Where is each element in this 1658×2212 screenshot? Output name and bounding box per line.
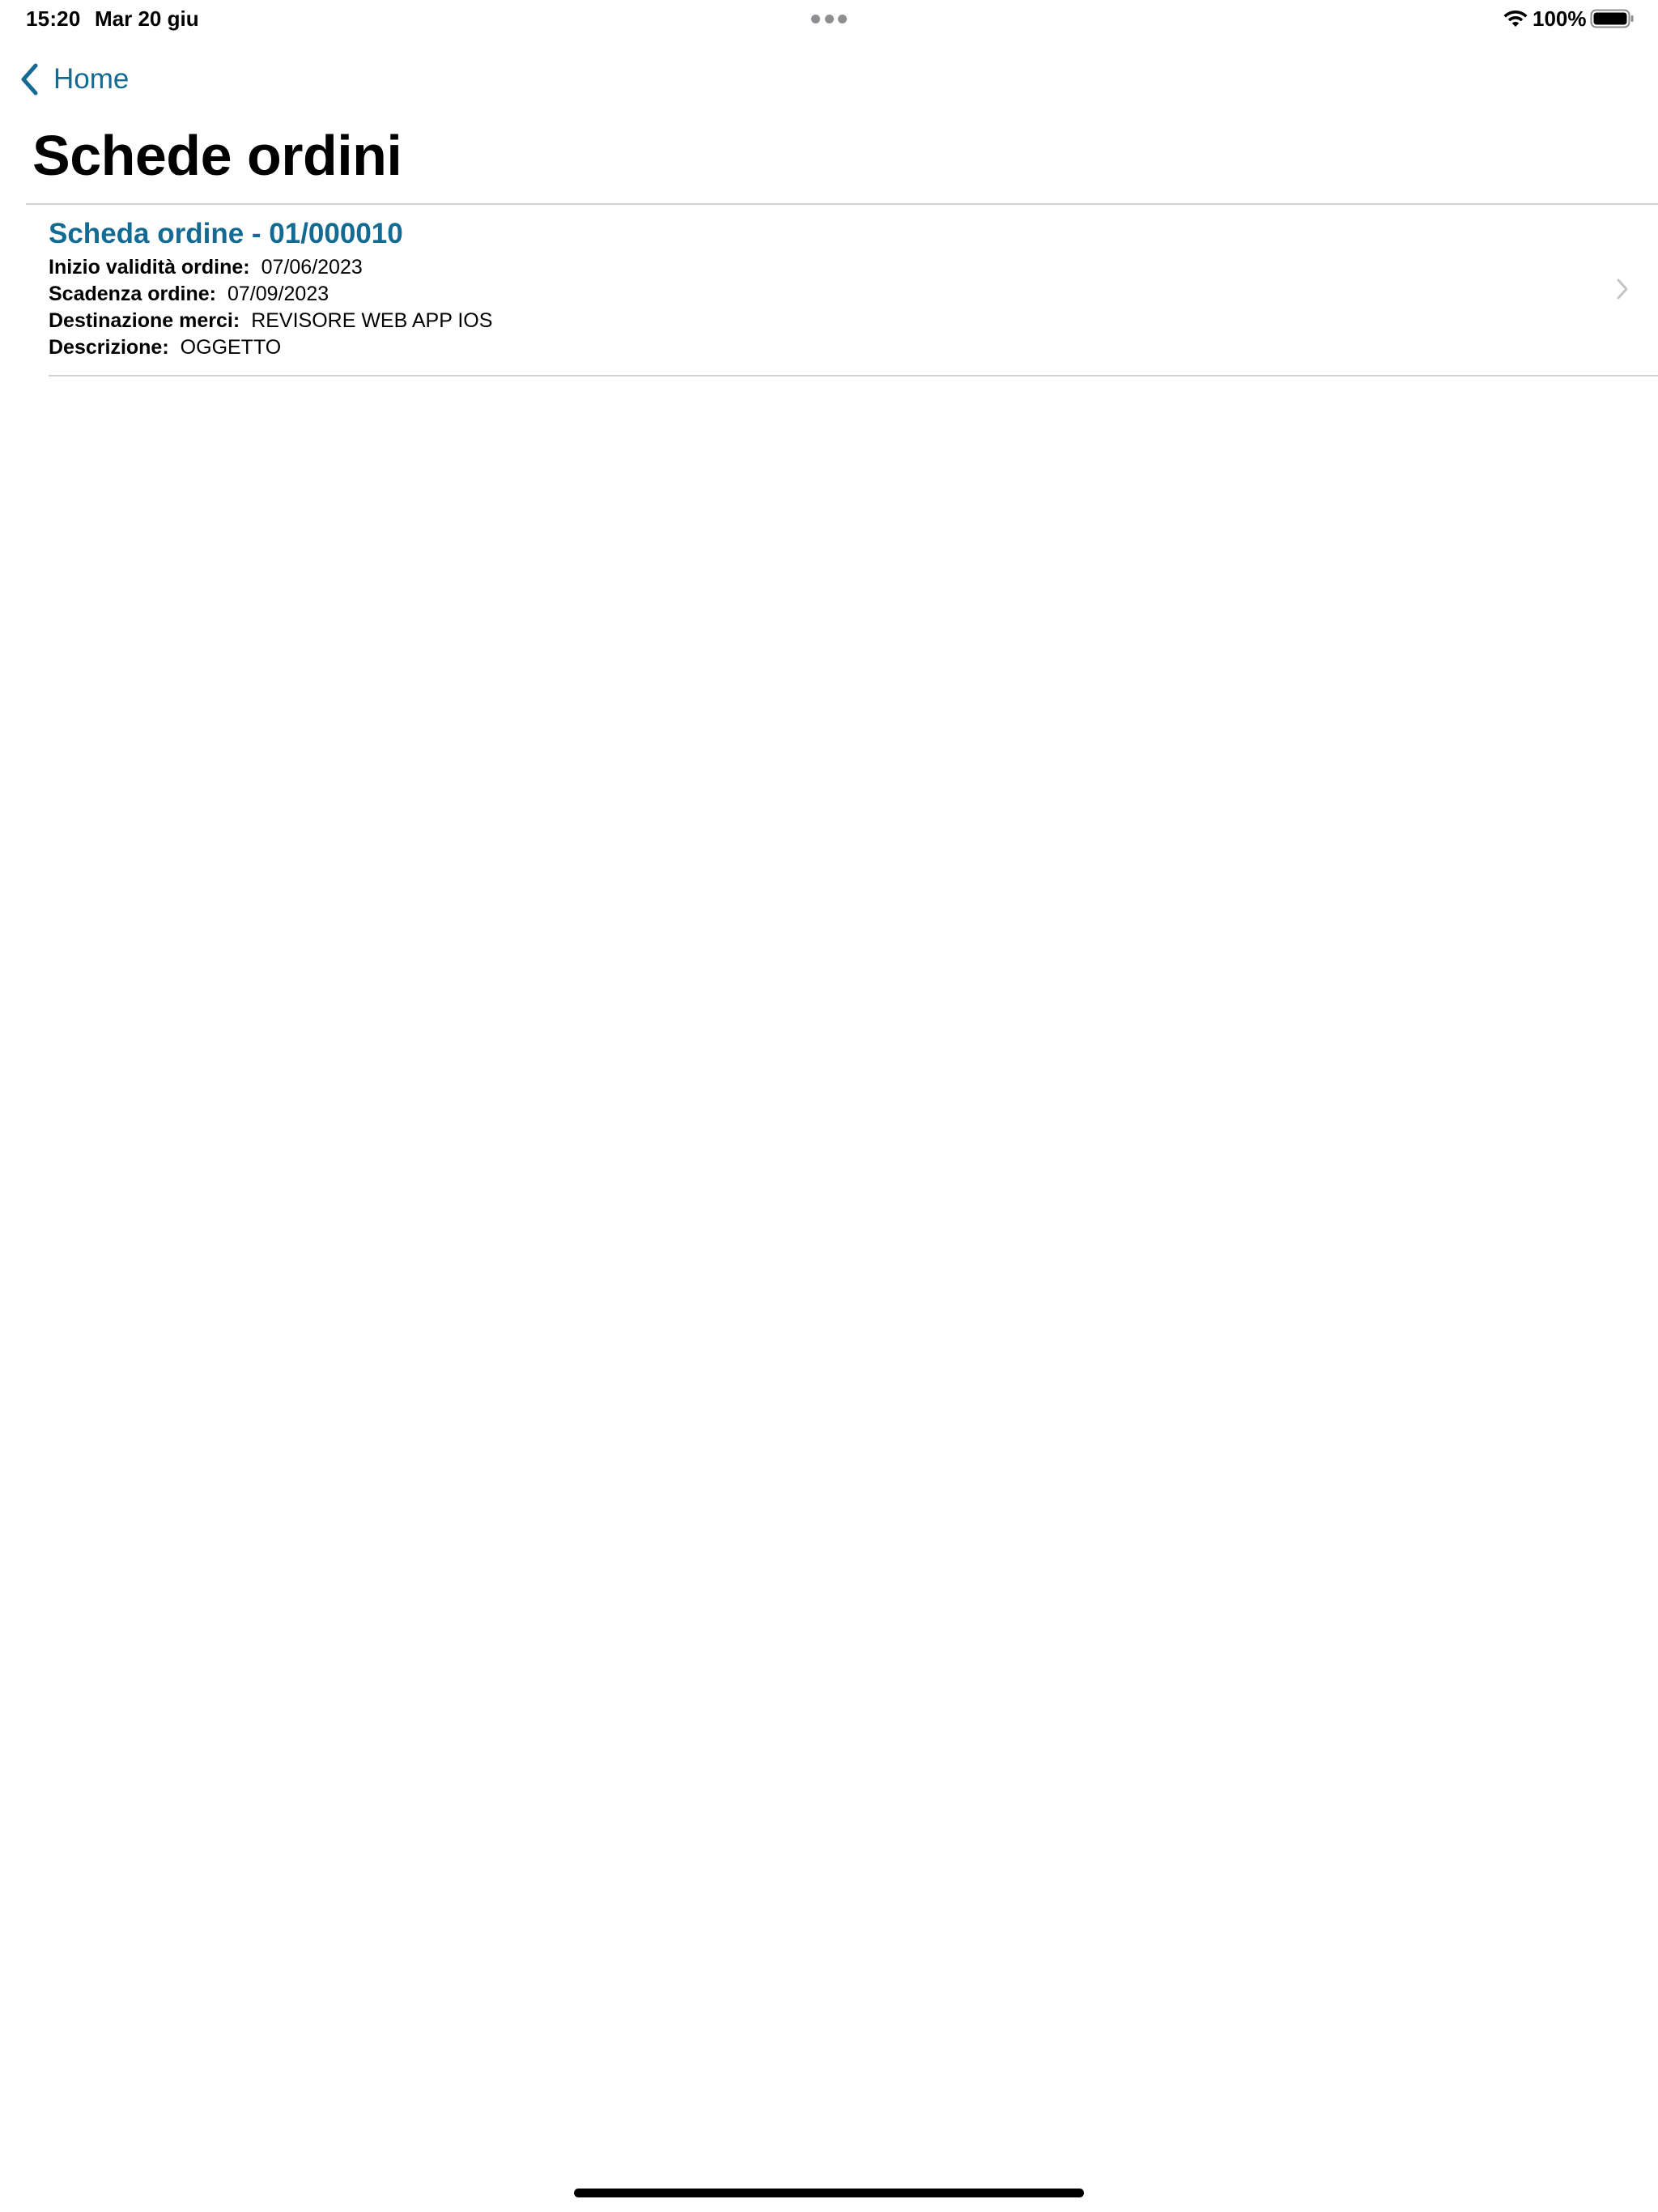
battery-full-icon bbox=[1590, 9, 1634, 28]
status-date: Mar 20 giu bbox=[95, 6, 199, 31]
chevron-right-icon bbox=[1617, 279, 1628, 300]
page-title: Schede ordini bbox=[32, 124, 402, 187]
field-value: REVISORE WEB APP IOS bbox=[251, 309, 493, 332]
order-description-field: Descrizione: OGGETTO bbox=[49, 336, 281, 359]
status-bar: 15:20 Mar 20 giu 100% bbox=[0, 0, 1658, 39]
multitasking-dots-icon[interactable] bbox=[811, 15, 847, 23]
status-time: 15:20 bbox=[26, 6, 81, 31]
field-label: Destinazione merci: bbox=[49, 309, 240, 332]
order-destination-field: Destinazione merci: REVISORE WEB APP IOS bbox=[49, 309, 492, 333]
field-value: 07/09/2023 bbox=[227, 283, 329, 305]
field-label: Inizio validità ordine: bbox=[49, 256, 250, 279]
back-button-label: Home bbox=[53, 63, 130, 95]
chevron-left-icon bbox=[21, 63, 38, 96]
field-value: OGGETTO bbox=[180, 336, 282, 359]
battery-percent: 100% bbox=[1533, 6, 1587, 31]
order-title: Scheda ordine - 01/000010 bbox=[49, 218, 403, 249]
divider bbox=[49, 375, 1658, 376]
field-value: 07/06/2023 bbox=[261, 256, 363, 279]
order-start-date-field: Inizio validità ordine: 07/06/2023 bbox=[49, 256, 363, 279]
field-label: Descrizione: bbox=[49, 336, 169, 359]
field-label: Scadenza ordine: bbox=[49, 283, 216, 305]
back-button[interactable]: Home bbox=[19, 60, 129, 99]
order-expiry-field: Scadenza ordine: 07/09/2023 bbox=[49, 283, 329, 306]
list-item-order[interactable]: Scheda ordine - 01/000010 Inizio validit… bbox=[26, 205, 1658, 375]
home-indicator[interactable] bbox=[574, 2189, 1084, 2197]
wifi-icon bbox=[1503, 11, 1528, 27]
